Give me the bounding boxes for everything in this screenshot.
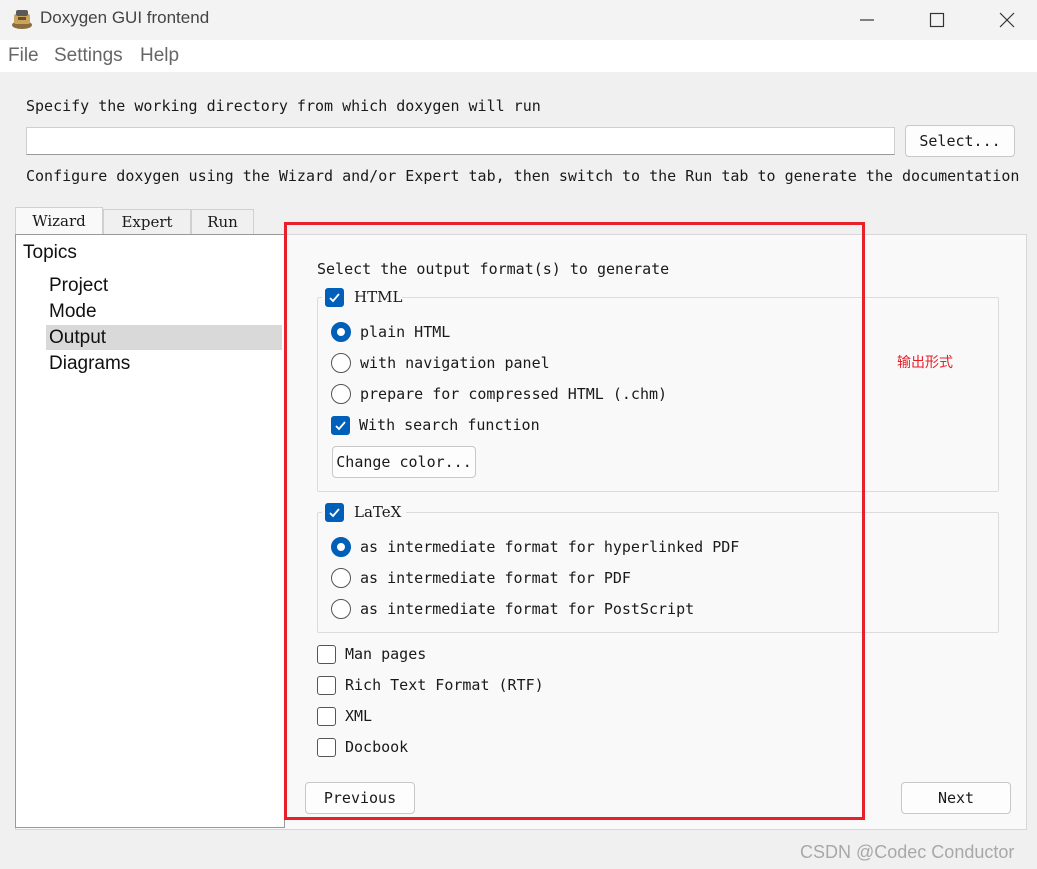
annotation-label: 输出形式 — [897, 355, 953, 371]
select-dir-button[interactable]: Select... — [905, 125, 1015, 157]
minimize-icon — [860, 19, 874, 21]
highlight-box — [284, 222, 865, 820]
hint-text: Configure doxygen using the Wizard and/o… — [26, 167, 1020, 185]
doxygen-app-icon — [10, 8, 34, 30]
window-title: Doxygen GUI frontend — [40, 8, 210, 27]
topic-mode[interactable]: Mode — [46, 299, 282, 324]
close-icon — [999, 12, 1015, 28]
close-button[interactable] — [972, 0, 1037, 40]
maximize-icon — [929, 12, 945, 28]
tab-run[interactable]: Run — [191, 209, 254, 234]
working-dir-prompt: Specify the working directory from which… — [26, 97, 541, 115]
minimize-button[interactable] — [832, 0, 902, 40]
menu-file[interactable]: File — [8, 45, 39, 67]
topic-project[interactable]: Project — [46, 273, 282, 298]
tab-expert[interactable]: Expert — [103, 209, 191, 234]
topic-output[interactable]: Output — [46, 325, 282, 350]
topics-title: Topics — [23, 242, 77, 263]
maximize-button[interactable] — [902, 0, 972, 40]
menu-settings[interactable]: Settings — [54, 45, 123, 67]
next-button[interactable]: Next — [901, 782, 1011, 814]
working-dir-input[interactable] — [26, 127, 895, 155]
watermark: CSDN @Codec Conductor — [800, 842, 1015, 862]
menu-help[interactable]: Help — [140, 45, 179, 67]
topic-diagrams[interactable]: Diagrams — [46, 351, 282, 376]
tab-wizard[interactable]: Wizard — [15, 207, 103, 234]
